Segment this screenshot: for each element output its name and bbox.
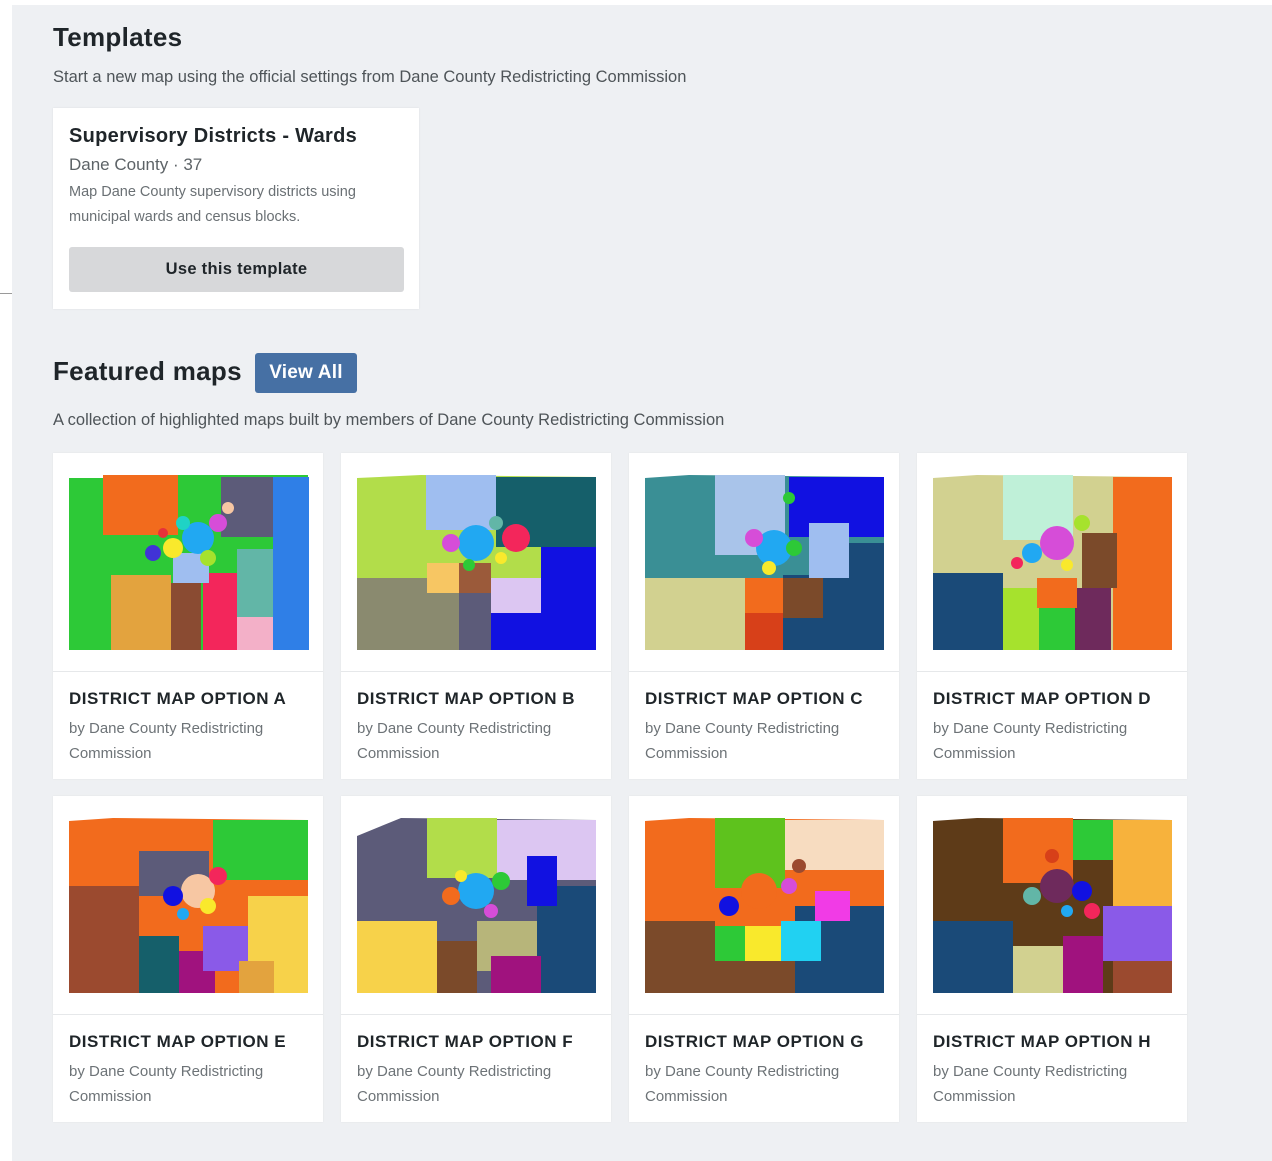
map-thumbnail[interactable] [341,453,611,672]
map-byline: by Dane County Redistricting Commission [357,720,552,762]
use-template-button[interactable]: Use this template [69,247,404,292]
templates-description: Start a new map using the official setti… [53,68,687,86]
map-byline: by Dane County Redistricting Commission [69,1063,264,1105]
map-title[interactable]: DISTRICT MAP OPTION C [645,689,863,709]
map-title[interactable]: DISTRICT MAP OPTION E [69,1032,286,1052]
map-card-b[interactable]: DISTRICT MAP OPTION B by Dane County Red… [341,453,611,779]
map-thumbnail[interactable] [53,453,323,672]
map-card-g[interactable]: DISTRICT MAP OPTION G by Dane County Red… [629,796,899,1122]
map-card-f[interactable]: DISTRICT MAP OPTION F by Dane County Red… [341,796,611,1122]
map-title[interactable]: DISTRICT MAP OPTION H [933,1032,1151,1052]
featured-maps-heading: Featured maps [53,356,242,386]
map-card-h[interactable]: DISTRICT MAP OPTION H by Dane County Red… [917,796,1187,1122]
map-byline: by Dane County Redistricting Commission [357,1063,552,1105]
map-title[interactable]: DISTRICT MAP OPTION G [645,1032,864,1052]
map-byline: by Dane County Redistricting Commission [69,720,264,762]
map-thumbnail[interactable] [53,796,323,1015]
map-title[interactable]: DISTRICT MAP OPTION F [357,1032,573,1052]
map-card-d[interactable]: DISTRICT MAP OPTION D by Dane County Red… [917,453,1187,779]
map-title[interactable]: DISTRICT MAP OPTION A [69,689,286,709]
template-subtitle: Dane County · 37 [69,155,203,174]
map-thumbnail[interactable] [341,796,611,1015]
map-byline: by Dane County Redistricting Commission [933,720,1128,762]
featured-description: A collection of highlighted maps built b… [53,411,725,429]
map-thumbnail[interactable] [917,796,1187,1015]
map-byline: by Dane County Redistricting Commission [933,1063,1128,1105]
templates-heading: Templates [53,22,183,52]
template-title: Supervisory Districts - Wards [69,125,358,147]
map-title[interactable]: DISTRICT MAP OPTION B [357,689,575,709]
map-title[interactable]: DISTRICT MAP OPTION D [933,689,1151,709]
map-thumbnail[interactable] [917,453,1187,672]
map-card-a[interactable]: DISTRICT MAP OPTION A by Dane County Red… [53,453,323,779]
map-card-c[interactable]: DISTRICT MAP OPTION C by Dane County Red… [629,453,899,779]
map-byline: by Dane County Redistricting Commission [645,1063,840,1105]
template-card: Supervisory Districts - Wards Dane Count… [53,108,419,309]
map-byline: by Dane County Redistricting Commission [645,720,840,762]
template-description: Map Dane County supervisory districts us… [69,184,356,225]
view-all-button[interactable]: View All [255,353,357,393]
map-thumbnail[interactable] [629,796,899,1015]
map-card-e[interactable]: DISTRICT MAP OPTION E by Dane County Red… [53,796,323,1122]
map-thumbnail[interactable] [629,453,899,672]
divider [0,293,12,294]
